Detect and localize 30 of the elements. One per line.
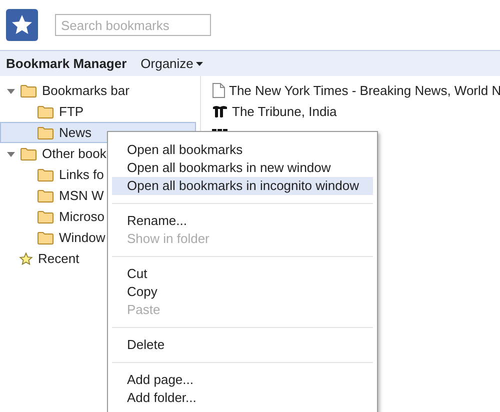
- blackletter-icon: [212, 104, 228, 118]
- caret-icon: [196, 62, 204, 66]
- page-icon: [212, 83, 225, 98]
- folder-icon: [20, 146, 37, 160]
- organize-menu[interactable]: Organize: [140, 54, 204, 74]
- folder-icon: [20, 84, 37, 98]
- menu-item[interactable]: Open all bookmarks in new window: [112, 159, 373, 177]
- menu-item[interactable]: Delete: [112, 336, 373, 354]
- folder-icon: [37, 168, 54, 182]
- menu-item[interactable]: Add page...: [112, 371, 373, 389]
- folder-icon: [37, 230, 54, 244]
- expand-triangle-icon[interactable]: [7, 86, 15, 94]
- bookmark-title[interactable]: The Tribune, India: [232, 102, 337, 122]
- toolbar-title: Bookmark Manager: [6, 54, 127, 73]
- menu-item[interactable]: Rename...: [112, 212, 373, 230]
- search-field[interactable]: Search bookmarks: [55, 14, 211, 36]
- folder-icon: [37, 210, 54, 224]
- folder-icon: [37, 188, 54, 202]
- expand-triangle-icon[interactable]: [7, 150, 15, 158]
- tree-item[interactable]: Bookmarks bar: [0, 80, 196, 101]
- menu-item[interactable]: Add folder...: [112, 389, 373, 407]
- folder-icon: [37, 104, 54, 118]
- menu-item[interactable]: Open all bookmarks: [112, 141, 373, 159]
- bookmark-star-logo: [6, 9, 38, 41]
- star-icon: [19, 252, 33, 266]
- menu-item[interactable]: Open all bookmarks in incognito window: [112, 177, 373, 195]
- folder-icon: [37, 126, 54, 140]
- menu-item[interactable]: Copy: [112, 283, 373, 301]
- bookmark-title[interactable]: The New York Times - Breaking News, World N: [229, 80, 500, 100]
- tree-item[interactable]: FTP: [0, 101, 196, 122]
